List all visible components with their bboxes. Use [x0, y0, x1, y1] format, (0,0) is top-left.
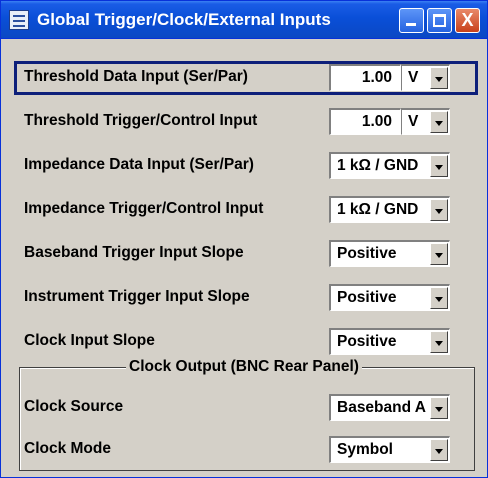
baseband-trigger-slope-label: Baseband Trigger Input Slope — [24, 244, 244, 261]
chevron-down-icon — [435, 449, 443, 454]
chevron-down-icon — [435, 297, 443, 302]
clock-input-slope-label: Clock Input Slope — [24, 332, 155, 349]
baseband-trigger-slope-dropdown-button[interactable] — [430, 243, 448, 265]
impedance-trigger-input-value: 1 kΩ / GND — [337, 201, 419, 218]
threshold-data-unit-select[interactable]: V — [401, 64, 450, 91]
instrument-trigger-slope-select[interactable]: Positive — [329, 284, 450, 311]
settings-window-icon — [9, 10, 29, 30]
trigger-clock-window: Global Trigger/Clock/External Inputs X T… — [0, 0, 488, 478]
impedance-data-input-label: Impedance Data Input (Ser/Par) — [24, 156, 254, 173]
clock-source-select[interactable]: Baseband A — [329, 394, 450, 421]
impedance-data-dropdown-button[interactable] — [430, 155, 448, 177]
threshold-trigger-unit-value: V — [408, 113, 419, 130]
chevron-down-icon — [435, 165, 443, 170]
chevron-down-icon — [435, 77, 443, 82]
title-bar[interactable]: Global Trigger/Clock/External Inputs X — [1, 1, 487, 39]
clock-mode-value: Symbol — [337, 441, 393, 458]
chevron-down-icon — [435, 121, 443, 126]
impedance-trigger-dropdown-button[interactable] — [430, 199, 448, 221]
threshold-trigger-input-label: Threshold Trigger/Control Input — [24, 112, 258, 129]
impedance-trigger-input-select[interactable]: 1 kΩ / GND — [329, 196, 450, 223]
clock-input-slope-dropdown-button[interactable] — [430, 331, 448, 353]
threshold-data-input-value: 1.00 — [361, 69, 392, 86]
instrument-trigger-slope-value: Positive — [337, 289, 397, 306]
chevron-down-icon — [435, 209, 443, 214]
close-button[interactable]: X — [455, 8, 480, 33]
clock-output-group-title: Clock Output (BNC Rear Panel) — [126, 358, 362, 376]
threshold-data-unit-dropdown-button[interactable] — [430, 67, 448, 89]
clock-mode-select[interactable]: Symbol — [329, 436, 450, 463]
minimize-button[interactable] — [399, 8, 424, 33]
threshold-data-unit-value: V — [408, 69, 419, 86]
maximize-button[interactable] — [427, 8, 452, 33]
chevron-down-icon — [435, 341, 443, 346]
chevron-down-icon — [435, 253, 443, 258]
clock-mode-dropdown-button[interactable] — [430, 439, 448, 461]
baseband-trigger-slope-value: Positive — [337, 245, 397, 262]
close-icon: X — [461, 10, 474, 30]
threshold-trigger-unit-select[interactable]: V — [401, 108, 450, 135]
clock-input-slope-select[interactable]: Positive — [329, 328, 450, 355]
impedance-data-input-value: 1 kΩ / GND — [337, 157, 419, 174]
clock-input-slope-value: Positive — [337, 333, 397, 350]
threshold-trigger-input-value: 1.00 — [361, 113, 392, 130]
chevron-down-icon — [435, 407, 443, 412]
instrument-trigger-slope-dropdown-button[interactable] — [430, 287, 448, 309]
threshold-data-input-label: Threshold Data Input (Ser/Par) — [24, 68, 248, 85]
impedance-trigger-input-label: Impedance Trigger/Control Input — [24, 200, 264, 217]
maximize-icon — [433, 14, 446, 27]
impedance-data-input-select[interactable]: 1 kΩ / GND — [329, 152, 450, 179]
minimize-icon — [406, 23, 416, 26]
clock-source-value: Baseband A — [337, 399, 427, 416]
threshold-data-input-field[interactable]: 1.00 — [329, 64, 401, 91]
clock-source-dropdown-button[interactable] — [430, 397, 448, 419]
clock-mode-label: Clock Mode — [24, 440, 111, 457]
clock-source-label: Clock Source — [24, 398, 124, 415]
threshold-trigger-unit-dropdown-button[interactable] — [430, 111, 448, 133]
window-title: Global Trigger/Clock/External Inputs — [37, 10, 331, 29]
baseband-trigger-slope-select[interactable]: Positive — [329, 240, 450, 267]
threshold-trigger-input-field[interactable]: 1.00 — [329, 108, 401, 135]
instrument-trigger-slope-label: Instrument Trigger Input Slope — [24, 288, 250, 305]
